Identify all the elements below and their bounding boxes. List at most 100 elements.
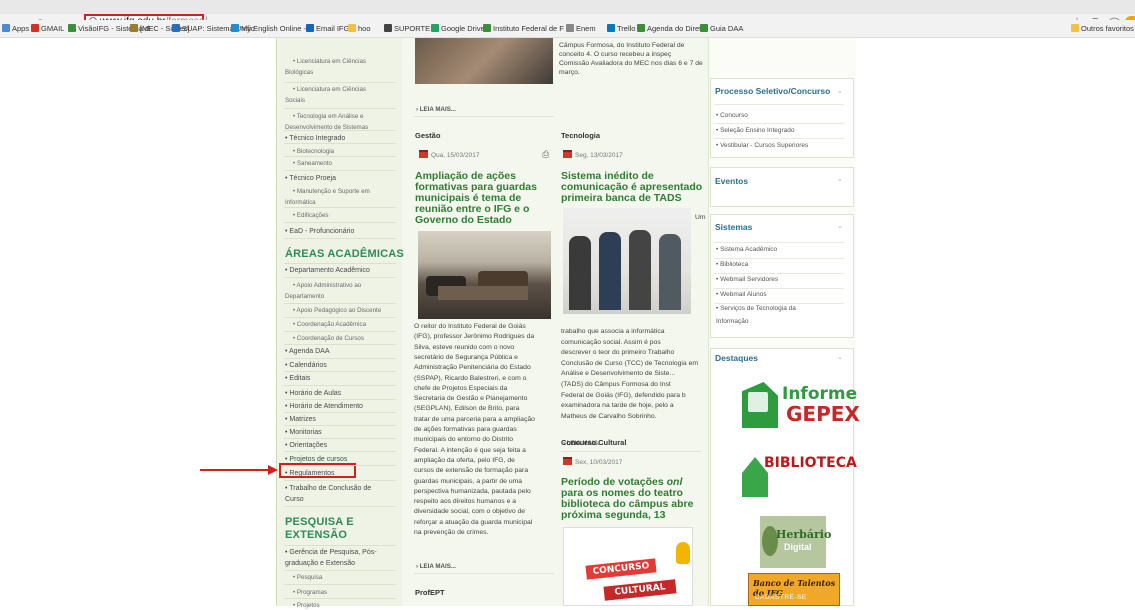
news-text: (TADS) do Câmpus Formosa do Inst bbox=[561, 381, 671, 388]
sistemas-title[interactable]: Sistemas bbox=[715, 222, 752, 232]
news-date: Seg, 13/03/2017 bbox=[563, 150, 623, 159]
bookmark-label: Agenda do Diretor bbox=[647, 24, 708, 33]
blank-margin bbox=[1068, 38, 1135, 606]
menu-item[interactable]: • Pesquisa bbox=[293, 573, 322, 582]
bookmark-item[interactable]: Apps bbox=[2, 24, 29, 33]
menu-item[interactable]: • Trabalho de Conclusão de bbox=[285, 484, 371, 493]
sidebar-link[interactable]: • Webmail Servidores bbox=[716, 275, 778, 284]
menu-item[interactable]: • Coordenação Acadêmica bbox=[293, 320, 366, 329]
news-headline[interactable]: próxima segunda, 13 bbox=[561, 510, 665, 521]
news-category[interactable]: Gestão bbox=[415, 131, 440, 140]
menu-item[interactable]: • Técnico Integrado bbox=[285, 134, 345, 143]
menu-item[interactable]: • Agenda DAA bbox=[285, 347, 329, 356]
menu-item[interactable]: graduação e Extensão bbox=[285, 559, 355, 568]
destaques-title[interactable]: Destaques bbox=[715, 353, 758, 363]
bookmark-item[interactable]: Instituto Federal de F bbox=[483, 24, 564, 33]
meeting-photo[interactable] bbox=[418, 231, 551, 319]
sidebar-link[interactable]: Informação bbox=[716, 317, 749, 326]
concurso-banner[interactable]: CONCURSO CULTURAL bbox=[563, 527, 693, 606]
bookmark-item[interactable]: Outros favoritos bbox=[1071, 24, 1134, 33]
banco-talentos-banner[interactable]: Banco de Talentos do IFG CADASTRE-SE bbox=[748, 573, 840, 606]
bookmark-item[interactable]: SUPORTE bbox=[384, 24, 430, 33]
menu-divider bbox=[284, 425, 396, 426]
news-text: Secretaria de Gestão e Planejamento bbox=[414, 395, 528, 403]
bookmark-icon bbox=[384, 24, 392, 32]
menu-item[interactable]: • Gerência de Pesquisa, Pós- bbox=[285, 548, 377, 557]
sidebar-link[interactable]: • Sistema Acadêmico bbox=[716, 245, 777, 254]
menu-item[interactable]: • Horário de Aulas bbox=[285, 389, 341, 398]
bookmark-item[interactable]: Google Drive bbox=[431, 24, 485, 33]
menu-item[interactable]: • Orientações bbox=[285, 441, 327, 450]
menu-item[interactable]: • Saneamento bbox=[293, 159, 332, 168]
menu-divider bbox=[284, 143, 396, 144]
menu-item[interactable]: • Técnico Proeja bbox=[285, 174, 336, 183]
sidebar-link[interactable]: • Biblioteca bbox=[716, 260, 748, 269]
menu-item[interactable]: • Apoio Administrativo ao bbox=[293, 281, 361, 290]
sidebar-link[interactable]: • Webmail Alunos bbox=[716, 290, 767, 299]
menu-divider bbox=[284, 344, 396, 345]
chevron-down-icon[interactable]: ⌄ bbox=[837, 87, 843, 95]
informe-gepex-banner[interactable]: Informe GEPEX bbox=[740, 378, 860, 436]
news-text: Federal de Goiás (IFG), defendido para b bbox=[561, 391, 686, 399]
sidebar-link[interactable]: • Seleção Ensino Integrado bbox=[716, 126, 795, 135]
news-headline[interactable]: Governo do Estado bbox=[415, 215, 512, 226]
chevron-down-icon[interactable]: ⌄ bbox=[837, 222, 843, 230]
tads-photo[interactable] bbox=[563, 208, 691, 314]
bookmark-item[interactable]: Trello bbox=[607, 24, 635, 33]
menu-item[interactable]: • Edificações bbox=[293, 211, 329, 220]
bookmark-item[interactable]: GMAIL bbox=[31, 24, 64, 33]
news-category[interactable]: ProfEPT bbox=[415, 588, 445, 597]
menu-item[interactable]: • Licenciatura em Ciências bbox=[293, 85, 366, 94]
menu-item[interactable]: • Apoio Pedagógico ao Discente bbox=[293, 306, 381, 315]
menu-item[interactable]: • Regulamentos bbox=[285, 469, 335, 478]
menu-item[interactable]: • Licenciatura em Ciências bbox=[293, 57, 366, 66]
menu-item[interactable]: • Programas bbox=[293, 588, 327, 597]
menu-item[interactable]: Biológicas bbox=[285, 68, 313, 77]
menu-item[interactable]: Informática bbox=[285, 198, 316, 207]
menu-item[interactable]: • Monitorias bbox=[285, 428, 322, 437]
bookmark-item[interactable]: Agenda do Diretor bbox=[637, 24, 708, 33]
menu-item[interactable]: • Coordenação de Cursos bbox=[293, 334, 364, 343]
news-category[interactable]: Tecnologia bbox=[561, 131, 600, 140]
menu-item[interactable]: Curso bbox=[285, 495, 304, 504]
menu-item[interactable]: • Departamento Acadêmico bbox=[285, 266, 370, 275]
bookmark-item[interactable]: Guia DAA bbox=[700, 24, 743, 33]
bookmark-item[interactable]: Enem bbox=[566, 24, 596, 33]
print-icon[interactable]: ⎙ bbox=[542, 149, 549, 160]
top-news-line: Comissão Avaliadora do MEC nos dias 6 e … bbox=[559, 60, 703, 67]
menu-item[interactable]: • Editais bbox=[285, 374, 310, 383]
menu-item[interactable]: Sociais bbox=[285, 96, 305, 105]
menu-item[interactable]: • Projetos de cursos bbox=[285, 455, 347, 464]
calendar-icon bbox=[563, 150, 572, 158]
sidebar-link[interactable]: • Serviços de Tecnologia da bbox=[716, 304, 796, 313]
herbario-banner[interactable]: Herbário Digital bbox=[760, 516, 831, 568]
news-text: respeito aos direitos humanos e a bbox=[414, 498, 517, 506]
menu-item[interactable]: • Calendários bbox=[285, 361, 327, 370]
news-headline[interactable]: primeira banca de TADS bbox=[561, 193, 682, 204]
menu-item[interactable]: • EaD - Profuncionário bbox=[285, 227, 354, 236]
read-more-link[interactable]: › LEIA MAIS... bbox=[416, 106, 456, 113]
chevron-down-icon[interactable]: ⌄ bbox=[837, 175, 843, 183]
bookmark-item[interactable]: hoo bbox=[348, 24, 371, 33]
menu-item[interactable]: • Tecnologia em Análise e bbox=[293, 112, 364, 121]
chevron-down-icon[interactable]: ⌄ bbox=[837, 353, 843, 361]
menu-item[interactable]: • Biotecnologia bbox=[293, 147, 334, 156]
bookmark-item[interactable]: My English Online - C bbox=[231, 24, 314, 33]
news-category[interactable]: Concurso Cultural bbox=[561, 438, 626, 447]
sidebar-link[interactable]: • Vestibular - Cursos Superiores bbox=[716, 141, 808, 150]
processo-seletivo-title[interactable]: Processo Seletivo/Concurso bbox=[715, 86, 830, 96]
menu-item[interactable]: Departamento bbox=[285, 292, 324, 301]
eventos-title[interactable]: Eventos bbox=[715, 176, 748, 186]
news-text: Um bbox=[695, 214, 706, 221]
news-text: diversidade social, com o objetivo de bbox=[414, 508, 526, 516]
sidebar-link[interactable]: • Concurso bbox=[716, 111, 748, 120]
news-text: ampliação da oferta, pelo IFG, de bbox=[414, 456, 515, 464]
bookmark-item[interactable]: Email IFG bbox=[306, 24, 349, 33]
read-more-link[interactable]: › LEIA MAIS... bbox=[416, 563, 456, 570]
menu-item[interactable]: • Matrizes bbox=[285, 415, 316, 424]
menu-item[interactable]: • Manutenção e Suporte em bbox=[293, 187, 370, 196]
biblioteca-banner[interactable]: BIBLIOTECA bbox=[742, 447, 857, 503]
menu-divider bbox=[284, 317, 396, 318]
menu-item[interactable]: • Horário de Atendimento bbox=[285, 402, 363, 411]
news-photo-top[interactable] bbox=[415, 38, 553, 84]
